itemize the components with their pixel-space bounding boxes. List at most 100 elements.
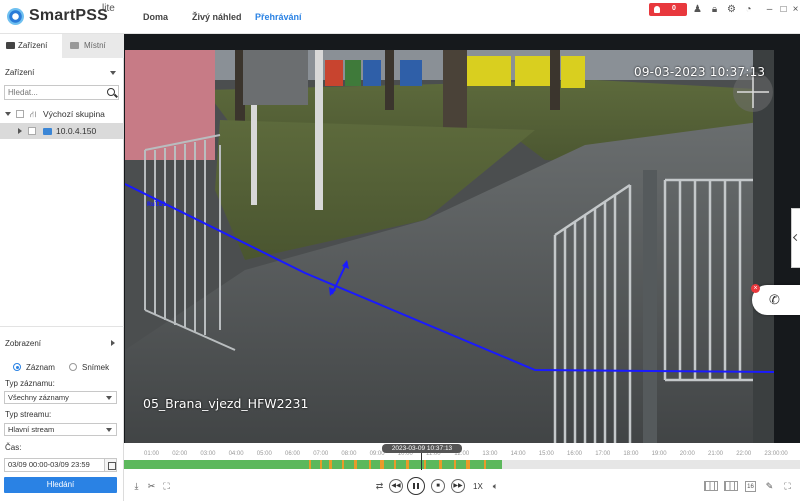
download-icon[interactable]: ⤓ <box>131 481 142 492</box>
snapshot-icon[interactable]: ⛶ <box>161 481 172 492</box>
record-type-value: Všechny záznamy <box>8 393 69 402</box>
timeline-tick-label: 14:00 <box>510 451 526 457</box>
timeline-tick-label: 23:00:00 <box>764 451 788 457</box>
alarm-button[interactable]: 0 <box>649 3 687 16</box>
event-marker <box>406 460 409 469</box>
app-logo-icon <box>7 8 24 25</box>
timeline-tick-label: 17:00 <box>595 451 611 457</box>
timeline-tick-label: 02:00 <box>172 451 188 457</box>
nav-home[interactable]: Doma <box>143 12 168 22</box>
camera-scene-image <box>125 50 774 443</box>
top-bar: SmartPSS lite Doma Živý náhled Přehráván… <box>0 0 800 34</box>
gear-icon[interactable]: ⚙ <box>726 4 737 15</box>
monitor-icon <box>70 42 79 49</box>
search-icon[interactable] <box>107 88 115 96</box>
event-marker <box>424 460 426 469</box>
device-checkbox[interactable] <box>28 127 36 135</box>
snapshot-radio-label: Snímek <box>82 363 110 372</box>
user-icon[interactable]: ♟ <box>692 4 703 15</box>
group-label: Výchozí skupina <box>43 109 105 119</box>
timeline-tick-label: 15:00 <box>538 451 554 457</box>
playhead[interactable] <box>421 453 422 470</box>
event-marker <box>466 460 470 469</box>
close-icon[interactable]: × <box>790 4 800 15</box>
cut-icon[interactable]: ✂ <box>146 481 157 492</box>
minimize-icon[interactable]: – <box>764 4 775 15</box>
timeline-bar[interactable] <box>124 460 800 469</box>
tree-group-row[interactable]: ⛙ Výchozí skupina <box>0 106 124 122</box>
snapshot-radio[interactable] <box>69 363 77 371</box>
layout-16-icon[interactable]: 16 <box>745 481 756 492</box>
alarm-count: 0 <box>672 5 676 12</box>
chevron-down-icon[interactable] <box>110 71 116 75</box>
event-marker <box>484 460 486 469</box>
timeline-tick-label: 07:00 <box>313 451 329 457</box>
tab-local[interactable]: Místní <box>62 34 124 58</box>
event-marker <box>439 460 442 469</box>
layout-4-icon[interactable] <box>724 481 738 491</box>
collapse-icon[interactable] <box>18 128 22 134</box>
timeline-tick-label: 18:00 <box>623 451 639 457</box>
playhead-time: 2023-03-09 10:37:13 <box>382 444 462 453</box>
gauge-icon[interactable]: ◔ <box>743 4 754 15</box>
tab-devices[interactable]: Zařízení <box>0 34 62 58</box>
video-pane[interactable]: 09-03-2023 10:37:13 05_Brana_vjezd_HFW22… <box>124 34 800 443</box>
fast-forward-icon[interactable]: ▶▶ <box>451 479 465 493</box>
expand-icon[interactable] <box>5 112 11 116</box>
stream-type-select[interactable]: Hlavní stream <box>4 423 117 436</box>
phone-icon: ✆ <box>769 292 780 307</box>
device-search-input[interactable] <box>5 86 100 99</box>
edit-icon[interactable]: ✎ <box>764 481 775 492</box>
chevron-down-icon <box>106 428 112 432</box>
timeline-tick-label: 21:00 <box>708 451 724 457</box>
camera-video-frame[interactable]: 09-03-2023 10:37:13 05_Brana_vjezd_HFW22… <box>125 50 774 443</box>
intercom-call-button[interactable]: × ✆ <box>751 284 800 315</box>
sync-icon[interactable]: ⇄ <box>374 481 385 492</box>
close-icon[interactable]: × <box>751 284 760 293</box>
nav-playback[interactable]: Přehrávání <box>255 12 302 22</box>
playback-timeline[interactable]: 01:00 02:00 03:00 04:00 05:00 06:00 07:00 08:00… <box>124 443 800 501</box>
video-timestamp: 09-03-2023 10:37:13 <box>634 65 766 79</box>
stream-type-value: Hlavní stream <box>8 425 55 434</box>
stream-type-label: Typ streamu: <box>5 410 52 419</box>
event-marker <box>380 460 384 469</box>
alarm-bell-icon <box>654 6 660 13</box>
device-icon <box>6 42 15 49</box>
device-section-label: Zařízení <box>5 68 35 77</box>
display-section-header[interactable]: Zobrazení <box>5 339 41 348</box>
tree-device-row[interactable]: 10.0.4.150 <box>0 123 124 139</box>
divider <box>0 326 124 327</box>
time-range-field[interactable]: 03/09 00:00-03/09 23:59 <box>4 458 105 472</box>
pause-icon[interactable] <box>407 477 425 495</box>
stop-icon[interactable]: ■ <box>431 479 445 493</box>
timeline-tick-label: 19:00 <box>651 451 667 457</box>
device-search[interactable] <box>4 85 119 100</box>
timeline-tick-label: 01:00 <box>144 451 160 457</box>
collapse-right-panel-button[interactable] <box>791 208 800 268</box>
event-marker <box>354 460 357 469</box>
chevron-right-icon[interactable] <box>111 340 115 346</box>
device-section-header[interactable]: Zařízení <box>5 68 34 77</box>
calendar-icon[interactable] <box>104 458 117 472</box>
lock-icon[interactable]: 🔒︎ <box>709 4 720 15</box>
recording-segment <box>124 460 502 469</box>
search-button[interactable]: Hledání <box>4 477 117 493</box>
record-radio-label: Záznam <box>26 363 55 372</box>
record-radio[interactable] <box>13 363 21 371</box>
timeline-tick-label: 08:00 <box>341 451 357 457</box>
app-name: SmartPSS <box>29 7 108 24</box>
rule-label: Rule1 <box>147 200 167 208</box>
rewind-icon[interactable]: ◀◀ <box>389 479 403 493</box>
display-section-label: Zobrazení <box>5 339 42 348</box>
maximize-icon[interactable]: □ <box>778 4 789 15</box>
tab-local-label: Místní <box>84 41 106 50</box>
volume-mute-icon[interactable]: 🔈︎ <box>490 481 501 492</box>
record-type-select[interactable]: Všechny záznamy <box>4 391 117 404</box>
event-marker <box>454 460 456 469</box>
event-marker <box>342 460 344 469</box>
group-checkbox[interactable] <box>16 110 24 118</box>
nav-live-view[interactable]: Živý náhled <box>192 12 242 22</box>
layout-1-icon[interactable] <box>704 481 718 491</box>
fullscreen-icon[interactable]: ⛶ <box>782 481 793 492</box>
playback-speed[interactable]: 1X <box>473 482 483 491</box>
